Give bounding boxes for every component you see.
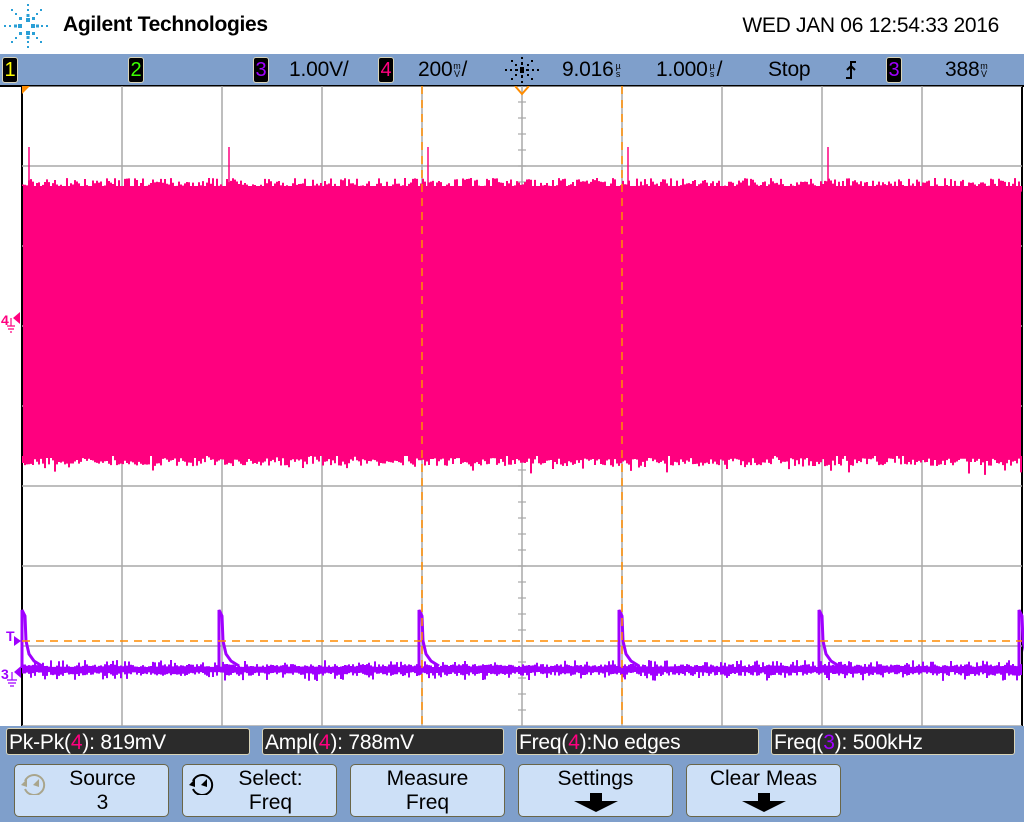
delay-unit: µs bbox=[614, 62, 623, 79]
measurement-value: ): 819mV bbox=[82, 731, 166, 754]
trigger-source-badge[interactable]: 3 bbox=[886, 57, 902, 83]
measurement-ampl: Ampl(4): 788mV bbox=[262, 728, 504, 755]
per-div-suffix: / bbox=[716, 58, 723, 81]
run-state[interactable]: Stop bbox=[768, 57, 811, 83]
agilent-logo-icon bbox=[4, 4, 48, 48]
unit-base: V bbox=[981, 69, 987, 79]
unit-base: s bbox=[615, 69, 621, 79]
header: Agilent Technologies WED JAN 06 12:54:33… bbox=[0, 0, 1024, 54]
trigger-level-label: T bbox=[6, 628, 15, 644]
brand-name: Agilent Technologies bbox=[63, 13, 268, 36]
rising-edge-icon[interactable] bbox=[843, 60, 859, 80]
measurement-freq-ch3: Freq(3): 500kHz bbox=[771, 728, 1015, 755]
measurement-channel: 3 bbox=[823, 731, 835, 754]
measurement-pk-pk: Pk-Pk(4): 819mV bbox=[6, 728, 250, 755]
channel-4-band bbox=[23, 186, 1021, 456]
timebase-unit: µs bbox=[708, 62, 717, 79]
channel-3-scale[interactable]: 1.00V/ bbox=[289, 57, 349, 83]
measurement-value: ): 788mV bbox=[330, 731, 414, 754]
measurement-name: Ampl( bbox=[265, 731, 319, 754]
arrow-down-icon bbox=[573, 793, 618, 812]
channel-2-badge[interactable]: 2 bbox=[128, 57, 144, 83]
unit-base: V bbox=[454, 69, 460, 79]
softkey-label: Settings bbox=[557, 767, 634, 790]
entry-knob-icon bbox=[189, 774, 214, 795]
per-div-suffix: / bbox=[461, 58, 468, 81]
channel-4-badge[interactable]: 4 bbox=[378, 57, 394, 83]
entry-knob-icon bbox=[21, 774, 46, 795]
graticule[interactable]: 4T3 bbox=[0, 86, 1024, 726]
delay-marker bbox=[22, 86, 30, 94]
channel-3-badge[interactable]: 3 bbox=[253, 57, 269, 83]
softkey-select[interactable]: Select: Freq bbox=[182, 764, 337, 817]
measurement-channel: 4 bbox=[70, 731, 83, 754]
timebase-value: 1.000 bbox=[656, 58, 708, 81]
softkey-settings[interactable]: Settings bbox=[518, 764, 673, 817]
waveform-display[interactable]: 4T3 bbox=[0, 86, 1024, 726]
channel-3-ground-arrow bbox=[14, 666, 21, 678]
measurement-value: ):No edges bbox=[579, 731, 681, 754]
delay-value: 9.016 bbox=[562, 58, 614, 81]
softkey-value: Freq bbox=[405, 791, 450, 814]
measurement-freq-ch4: Freq(4):No edges bbox=[516, 728, 759, 755]
measurement-name: Pk-Pk( bbox=[9, 731, 71, 754]
unit-base: s bbox=[709, 69, 715, 79]
timebase-scale[interactable]: 1.000 µ s / bbox=[656, 57, 722, 83]
softkey-clear-meas[interactable]: Clear Meas bbox=[686, 764, 841, 817]
measurement-name: Freq( bbox=[774, 731, 824, 754]
datetime: WED JAN 06 12:54:33 2016 bbox=[742, 14, 999, 37]
trigger-level-value: 388 bbox=[945, 58, 980, 81]
softkey-measure[interactable]: Measure Freq bbox=[350, 764, 505, 817]
arrow-down-icon bbox=[741, 793, 786, 812]
trigger-level[interactable]: 388m V bbox=[945, 57, 988, 83]
trigger-level-unit: mV bbox=[979, 62, 988, 79]
measurement-channel: 4 bbox=[318, 731, 331, 754]
channel-4-ground-arrow bbox=[13, 312, 20, 324]
softkey-label: Measure bbox=[386, 767, 469, 790]
channel-4-trace bbox=[22, 147, 1022, 475]
trigger-level-arrow bbox=[14, 636, 21, 646]
softkey-source[interactable]: Source 3 bbox=[14, 764, 169, 817]
acquisition-sparkle-icon[interactable] bbox=[503, 56, 541, 84]
measurement-channel: 4 bbox=[568, 731, 580, 754]
measurement-name: Freq( bbox=[519, 731, 569, 754]
measurement-value: ): 500kHz bbox=[834, 731, 923, 754]
softkey-label: Clear Meas bbox=[709, 767, 818, 790]
horizontal-delay[interactable]: 9.016 µ s bbox=[562, 57, 623, 83]
channel-1-badge[interactable]: 1 bbox=[2, 57, 18, 83]
channel-4-scale-value: 200 bbox=[418, 58, 453, 81]
channel-3-pulse bbox=[20, 609, 43, 668]
channel-4-scale[interactable]: 200m V/ bbox=[418, 57, 467, 83]
